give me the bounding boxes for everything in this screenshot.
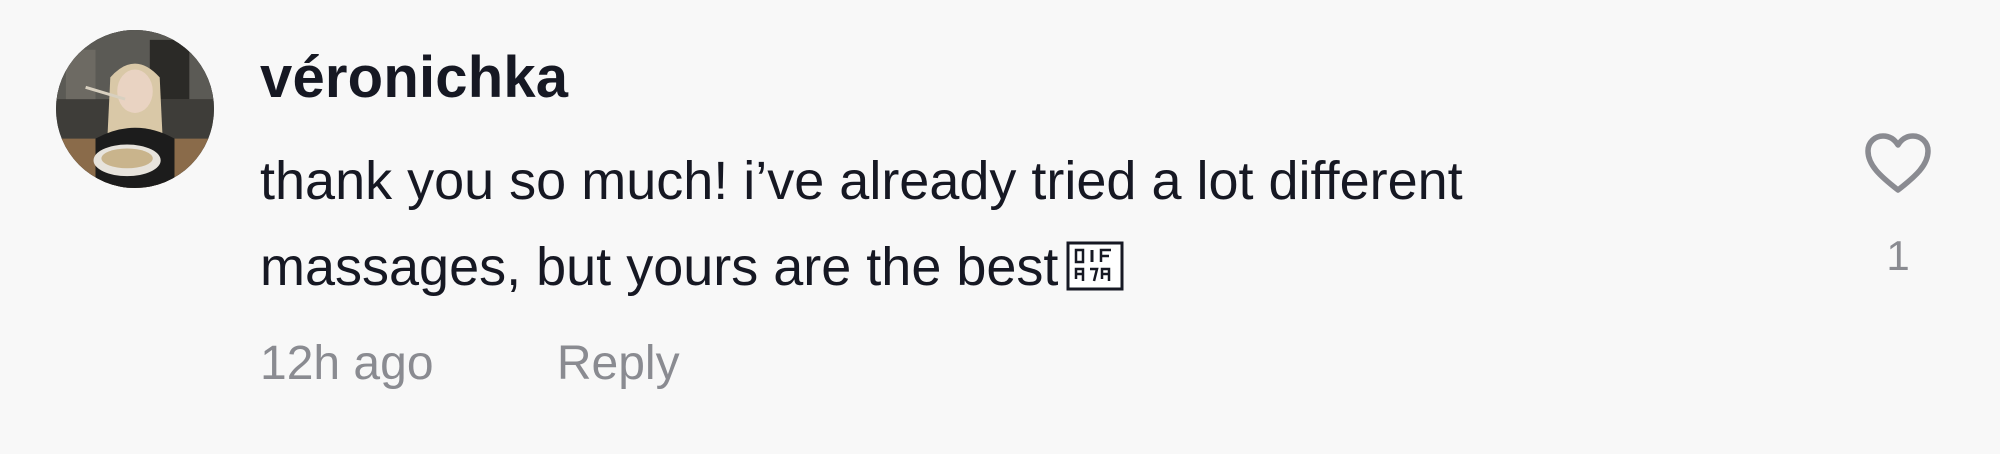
comment-text: thank you so much! i’ve already tried a … (260, 138, 1660, 310)
unrendered-emoji-icon (1066, 241, 1124, 291)
heart-outline-icon[interactable] (1862, 130, 1934, 196)
comment-item: véronichka thank you so much! i’ve alrea… (0, 0, 2000, 454)
comment-username[interactable]: véronichka (260, 44, 568, 111)
comment-text-line-1: thank you so much! i’ve already tried a … (260, 151, 1463, 211)
like-count: 1 (1886, 232, 1910, 279)
comment-meta: 12h ago Reply (260, 336, 680, 391)
comment-text-line-2: massages, but yours are the best (260, 237, 1059, 297)
avatar-photo (56, 30, 214, 188)
avatar[interactable] (56, 30, 214, 188)
comment-timestamp: 12h ago (260, 337, 434, 390)
comment-text-line-2-wrap: massages, but yours are the best (260, 224, 1660, 310)
reply-button[interactable]: Reply (557, 337, 680, 390)
